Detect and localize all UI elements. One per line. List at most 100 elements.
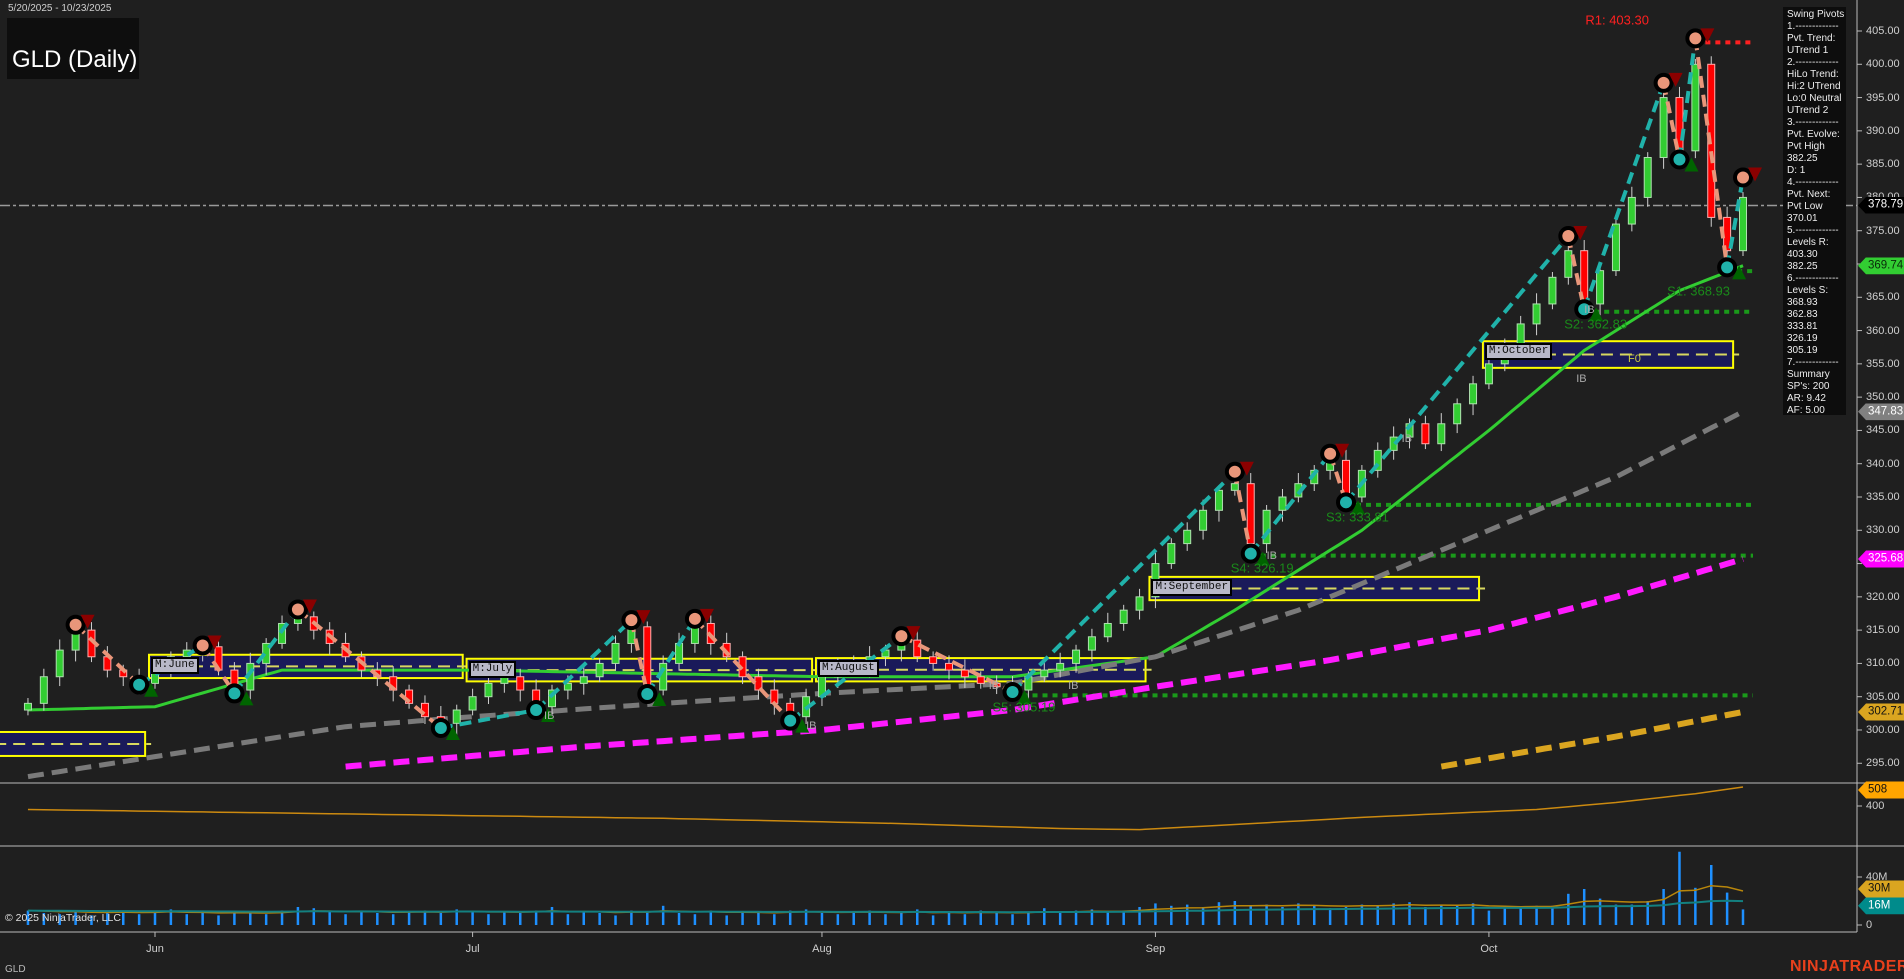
price-tick-label: 360.00 (1866, 325, 1900, 337)
info-line: 333.81 (1787, 321, 1846, 333)
price-tick-label: 405.00 (1866, 25, 1900, 37)
zigzag-segment (647, 619, 695, 694)
candle-up (1041, 670, 1048, 677)
month-box-label: M:September (1151, 579, 1232, 596)
price-tick-label: 315.00 (1866, 624, 1900, 636)
info-line: Levels R: (1787, 237, 1846, 249)
candle-up (56, 650, 63, 677)
candle-up (1120, 610, 1127, 623)
ib-label: IB (989, 680, 999, 692)
candle-down (1422, 424, 1429, 444)
price-tick-label: 385.00 (1866, 158, 1900, 170)
candle-up (24, 703, 31, 710)
price-tick-label: 395.00 (1866, 92, 1900, 104)
price-tick-label: 390.00 (1866, 125, 1900, 137)
info-line: 6.------------- (1787, 273, 1846, 285)
candle-up (1692, 64, 1699, 151)
candle-up (1549, 277, 1556, 304)
info-line: 7.------------- (1787, 357, 1846, 369)
time-axis-label: Sep (1146, 943, 1166, 955)
info-line: 326.19 (1787, 333, 1846, 345)
price-badge: 30M (1858, 881, 1904, 898)
info-line: D: 1 (1787, 165, 1846, 177)
ib-label: IB (1267, 550, 1277, 562)
price-chart[interactable] (0, 0, 1904, 979)
info-line: Summary (1787, 369, 1846, 381)
zigzag-segment (1251, 454, 1330, 554)
info-line: Pvt Low (1787, 201, 1846, 213)
level-label: S1: 368.93 (1667, 284, 1730, 299)
gold-ma-line (1441, 712, 1743, 767)
candle-down (930, 657, 937, 664)
swing-high-marker (1322, 446, 1338, 462)
candle-up (1517, 324, 1524, 344)
info-line: 3.------------- (1787, 117, 1846, 129)
price-badge: 508 (1858, 782, 1904, 799)
info-line: AR: 9.42 (1787, 393, 1846, 405)
price-tick-label: 320.00 (1866, 591, 1900, 603)
level-label: S4: 326.19 (1231, 560, 1294, 575)
candle-up (1485, 364, 1492, 384)
indicator-tick-label: 400 (1866, 800, 1884, 812)
candle-down (914, 640, 921, 657)
candle-down (977, 677, 984, 684)
candle-up (1184, 530, 1191, 543)
level-label: S3: 333.81 (1326, 509, 1389, 524)
month-box-label: M:June (151, 657, 199, 674)
price-tick-label: 330.00 (1866, 524, 1900, 536)
ib-label: IB (806, 720, 816, 732)
price-tick-label: 400.00 (1866, 58, 1900, 70)
info-line: Levels S: (1787, 285, 1846, 297)
swing-high-marker (687, 611, 703, 627)
candle-up (1215, 490, 1222, 510)
candle-up (612, 643, 619, 663)
candle-up (1279, 497, 1286, 510)
price-badge: 325.68 (1858, 551, 1904, 568)
price-tick-label: 350.00 (1866, 391, 1900, 403)
price-tick-label: 300.00 (1866, 724, 1900, 736)
info-line: Pvt. Next: (1787, 189, 1846, 201)
price-badge: 302.71 (1858, 703, 1904, 720)
level-label: R1: 403.30 (1585, 13, 1649, 28)
ib-label: IB (1402, 433, 1412, 445)
swing-high-marker (1227, 464, 1243, 480)
candle-up (1470, 384, 1477, 404)
month-box-tag: F0 (1628, 353, 1641, 365)
info-line: HiLo Trend: (1787, 69, 1846, 81)
info-line: 382.25 (1787, 261, 1846, 273)
swing-high-marker (623, 612, 639, 628)
price-tick-label: 375.00 (1866, 225, 1900, 237)
price-tick-label: 305.00 (1866, 691, 1900, 703)
info-line: Pvt. Trend: (1787, 33, 1846, 45)
swing-high-marker (1735, 169, 1751, 185)
info-line: 382.25 (1787, 153, 1846, 165)
time-axis-label: Oct (1480, 943, 1497, 955)
candle-up (453, 710, 460, 723)
info-line: 4.------------- (1787, 177, 1846, 189)
swing-low-marker (226, 685, 242, 701)
ninjatrader-logo: NINJATRADER (1790, 958, 1904, 976)
volume-avg-fast (28, 886, 1743, 913)
swing-high-marker (290, 601, 306, 617)
time-axis-label: Jul (466, 943, 480, 955)
candle-up (1533, 304, 1540, 324)
swing-low-marker (782, 713, 798, 729)
candle-up (596, 663, 603, 676)
candle-up (1073, 650, 1080, 663)
candle-up (1597, 271, 1604, 304)
symbol-label: GLD (5, 964, 26, 975)
time-axis-label: Jun (146, 943, 164, 955)
info-line: 305.19 (1787, 345, 1846, 357)
info-line: Hi:2 UTrend (1787, 81, 1846, 93)
swing-high-marker (68, 617, 84, 633)
info-line: Lo:0 Neutral (1787, 93, 1846, 105)
candle-up (1454, 404, 1461, 424)
candle-up (40, 677, 47, 704)
swing-pivots-panel: Swing Pivots1.-------------Pvt. Trend:UT… (1783, 7, 1846, 415)
candle-up (1136, 597, 1143, 610)
time-axis-label: Aug (812, 943, 832, 955)
candle-up (1628, 197, 1635, 224)
info-line: 368.93 (1787, 297, 1846, 309)
swing-high-marker (1656, 75, 1672, 91)
candle-up (1057, 663, 1064, 670)
